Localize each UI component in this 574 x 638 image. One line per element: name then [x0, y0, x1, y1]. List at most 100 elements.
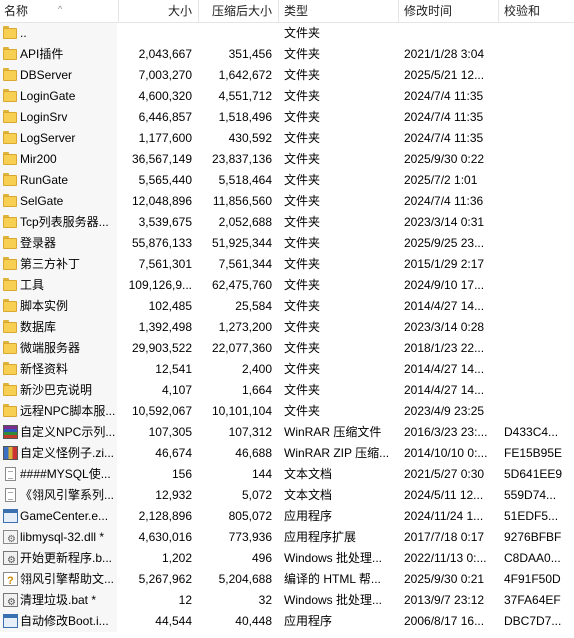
file-row[interactable]: 登录器 55,876,133 51,925,344 文件夹 2025/9/25 23..…: [0, 233, 574, 254]
file-crc: [504, 191, 570, 212]
file-row[interactable]: 自定义怪例子.zi... 46,674 46,688 WinRAR ZIP 压缩...…: [0, 443, 574, 464]
column-header-modified[interactable]: 修改时间: [404, 0, 494, 22]
folder-icon: [3, 299, 18, 313]
file-name: 开始更新程序.b...: [20, 551, 113, 565]
file-type: 文件夹: [284, 26, 321, 40]
file-row[interactable]: LogServer 1,177,600 430,592 文件夹 2024/7/4 11:…: [0, 128, 574, 149]
file-row[interactable]: 开始更新程序.b... 1,202 496 Windows 批处理... 2022/11…: [0, 548, 574, 571]
file-compressed-size: [196, 23, 272, 44]
folder-icon: [3, 26, 18, 40]
file-row[interactable]: 翎风引擎帮助文... 5,267,962 5,204,688 编译的 HTML 帮..…: [0, 569, 574, 592]
file-size: 107,305: [148, 425, 192, 439]
file-crc: [504, 338, 570, 359]
column-header-size[interactable]: 大小: [118, 0, 192, 22]
file-row[interactable]: Tcp列表服务器... 3,539,675 2,052,688 文件夹 2023/3/1…: [0, 212, 574, 233]
column-header-name[interactable]: 名称 ^: [4, 0, 114, 22]
file-type: 应用程序: [284, 614, 333, 628]
column-divider[interactable]: [398, 0, 399, 22]
file-type: 文件夹: [284, 278, 321, 292]
file-crc: 51EDF5...: [504, 509, 559, 523]
batch-file-icon: [3, 592, 18, 613]
file-type: 文件夹: [284, 152, 321, 166]
file-type: 文件夹: [284, 299, 321, 313]
file-compressed-size: 7,561,344: [218, 257, 272, 271]
file-row[interactable]: 第三方补丁 7,561,301 7,561,344 文件夹 2015/1/29 2:17: [0, 254, 574, 275]
folder-icon: [3, 236, 18, 250]
file-size: 156: [171, 467, 192, 481]
file-row[interactable]: SelGate 12,048,896 11,856,560 文件夹 2024/7/4 1…: [0, 191, 574, 212]
file-compressed-size: 1,664: [241, 383, 272, 397]
file-crc: C8DAA0...: [504, 551, 561, 565]
file-name: Tcp列表服务器...: [20, 215, 109, 229]
file-type: 应用程序扩展: [284, 530, 357, 544]
column-divider[interactable]: [498, 0, 499, 22]
file-row[interactable]: 自动修改Boot.i... 44,544 40,448 应用程序 2006/8/17 1…: [0, 611, 574, 632]
file-compressed-size: 4,551,712: [218, 89, 272, 103]
file-name: 自动修改Boot.i...: [20, 614, 109, 628]
file-modified: 2016/3/23 23:...: [404, 425, 488, 439]
file-compressed-size: 351,456: [228, 47, 272, 61]
file-row[interactable]: LoginSrv 6,446,857 1,518,496 文件夹 2024/7/4 11…: [0, 107, 574, 128]
file-row[interactable]: RunGate 5,565,440 5,518,464 文件夹 2025/7/2 1:0…: [0, 170, 574, 191]
file-row[interactable]: 新怪资料 12,541 2,400 文件夹 2014/4/27 14...: [0, 359, 574, 380]
file-size: 29,903,522: [131, 341, 192, 355]
file-modified: 2024/7/4 11:35: [404, 131, 484, 145]
file-size: 12,048,896: [131, 194, 192, 208]
file-name: 微端服务器: [20, 341, 81, 355]
file-row[interactable]: LoginGate 4,600,320 4,551,712 文件夹 2024/7/4 1…: [0, 86, 574, 107]
column-divider[interactable]: [278, 0, 279, 22]
file-crc: [504, 44, 570, 65]
file-row[interactable]: Mir200 36,567,149 23,837,136 文件夹 2025/9/30 0…: [0, 149, 574, 170]
file-compressed-size: 144: [251, 467, 272, 481]
file-compressed-size: 2,400: [241, 362, 272, 376]
file-compressed-size: 5,204,688: [218, 572, 272, 586]
column-header-compressed-label: 压缩后大小: [211, 4, 272, 18]
folder-icon: [3, 194, 18, 208]
file-type: 编译的 HTML 帮...: [284, 572, 381, 586]
file-name: 数据库: [20, 320, 57, 334]
file-name: 新怪资料: [20, 362, 69, 376]
column-header-size-label: 大小: [167, 4, 192, 18]
file-row[interactable]: 微端服务器 29,903,522 22,077,360 文件夹 2018/1/23 22…: [0, 338, 574, 359]
column-header-compressed[interactable]: 压缩后大小: [198, 0, 272, 22]
file-type: 文件夹: [284, 131, 321, 145]
file-type: 文件夹: [284, 383, 321, 397]
file-name: DBServer: [20, 68, 73, 82]
file-row[interactable]: 工具 109,126,9... 62,475,760 文件夹 2024/9/10 17.…: [0, 275, 574, 296]
file-row[interactable]: 数据库 1,392,498 1,273,200 文件夹 2023/3/14 0:28: [0, 317, 574, 338]
column-header-type[interactable]: 类型: [284, 0, 394, 22]
file-name: 自定义NPC示列...: [20, 425, 116, 439]
file-size: 4,630,016: [138, 530, 192, 544]
file-row[interactable]: 清理垃圾.bat * 12 32 Windows 批处理... 2013/9/7 23:…: [0, 590, 574, 613]
file-crc: [504, 359, 570, 380]
file-modified: 2025/5/21 12...: [404, 68, 485, 82]
file-row[interactable]: ####MYSQL使... 156 144 文本文档 2021/5/27 0:30 5D6…: [0, 464, 574, 485]
file-name: ..: [20, 26, 27, 40]
file-compressed-size: 496: [251, 551, 272, 565]
file-name: 新沙巴克说明: [20, 383, 93, 397]
file-type: Windows 批处理...: [284, 551, 383, 565]
file-row[interactable]: API插件 2,043,667 351,456 文件夹 2021/1/28 3:04: [0, 44, 574, 65]
file-type: WinRAR 压缩文件: [284, 425, 382, 439]
file-row[interactable]: 远程NPC脚本服... 10,592,067 10,101,104 文件夹 2023/4…: [0, 401, 574, 422]
file-row[interactable]: 自定义NPC示列... 107,305 107,312 WinRAR 压缩文件 2016…: [0, 422, 574, 443]
file-row[interactable]: 《翎风引擎系列... 12,932 5,072 文本文档 2024/5/11 12...…: [0, 485, 574, 506]
file-modified: 2014/4/27 14...: [404, 383, 485, 397]
file-row[interactable]: libmysql-32.dll * 4,630,016 773,936 应用程序扩展 2…: [0, 527, 574, 550]
file-size: 1,177,600: [138, 131, 192, 145]
column-header-crc[interactable]: 校验和: [504, 0, 570, 22]
file-type: 文件夹: [284, 215, 321, 229]
file-size: 7,003,270: [138, 68, 192, 82]
file-name: 翎风引擎帮助文...: [20, 572, 115, 586]
file-row[interactable]: DBServer 7,003,270 1,642,672 文件夹 2025/5/21 1…: [0, 65, 574, 86]
file-size: 5,565,440: [138, 173, 192, 187]
file-size: 2,043,667: [138, 47, 192, 61]
file-size: 109,126,9...: [128, 278, 192, 292]
file-row[interactable]: 新沙巴克说明 4,107 1,664 文件夹 2014/4/27 14...: [0, 380, 574, 401]
file-type: WinRAR ZIP 压缩...: [284, 446, 390, 460]
file-type: 文件夹: [284, 173, 321, 187]
folder-icon: [3, 152, 18, 166]
file-row[interactable]: GameCenter.e... 2,128,896 805,072 应用程序 2024/…: [0, 506, 574, 527]
file-row[interactable]: 脚本实例 102,485 25,584 文件夹 2014/4/27 14...: [0, 296, 574, 317]
file-row[interactable]: .. 文件夹: [0, 23, 574, 44]
